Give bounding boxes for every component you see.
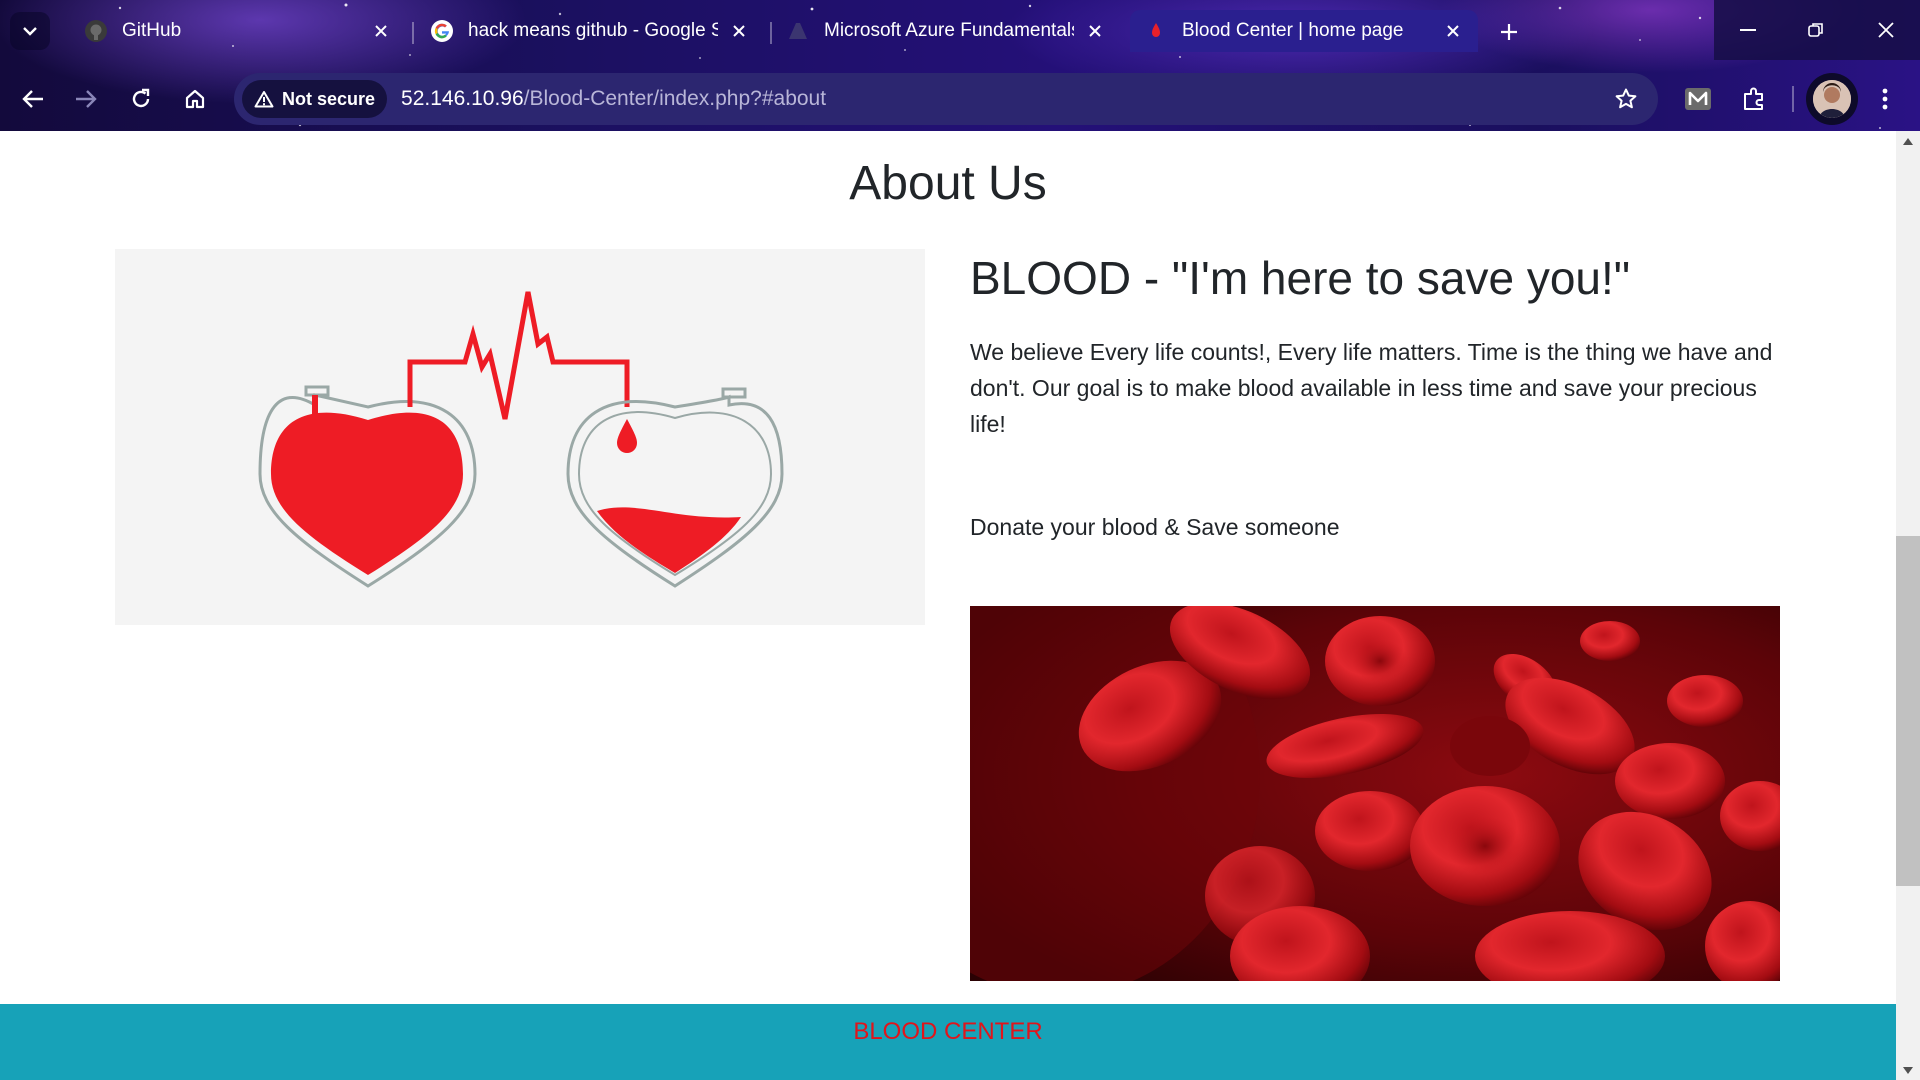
more-vertical-icon [1882,88,1888,110]
url-path: /Blood-Center/index.php?#about [523,87,827,110]
google-icon [430,19,454,43]
tab-github[interactable]: GitHub [70,10,406,52]
arrow-left-icon [22,90,43,108]
section-title: About Us [849,157,1047,210]
blood-drop-icon [1144,19,1168,43]
close-icon [1878,22,1894,38]
github-icon [84,19,108,43]
about-content: BLOOD - "I'm here to save you!" We belie… [970,251,1780,541]
arrow-right-icon [76,90,97,108]
home-button[interactable] [173,77,217,121]
tab-title: GitHub [122,20,182,41]
tab-google-search[interactable]: hack means github - Google S [416,10,764,52]
full-heart-bottle [258,385,477,588]
browser-chrome: GitHub hack means github - Google S Micr… [0,0,1920,131]
forward-button[interactable] [64,77,108,121]
chevron-down-icon [23,27,37,36]
blood-drop [617,419,637,453]
star-icon [1615,88,1637,109]
tab-blood-center[interactable]: Blood Center | home page [1130,10,1478,52]
scrollbar-thumb[interactable] [1896,536,1920,886]
heartbeat-tube [407,291,630,420]
close-tab-icon[interactable] [1442,20,1464,42]
tab-title: Blood Center | home page [1182,20,1404,41]
bookmark-button[interactable] [1612,85,1640,113]
extensions-button[interactable] [1734,79,1774,119]
scroll-up-button[interactable] [1896,131,1920,151]
url-text[interactable]: 52.146.10.96/Blood-Center/index.php?#abo… [401,87,826,111]
scroll-down-button[interactable] [1896,1060,1920,1080]
warning-icon [254,91,274,108]
security-label: Not secure [282,88,376,109]
footer-bar: BLOOD CENTER [0,1004,1896,1080]
red-blood-cells-image [970,606,1780,981]
restore-icon [1808,23,1823,37]
new-tab-button[interactable] [1491,14,1527,50]
tab-title: hack means github - Google S [468,20,718,41]
back-button[interactable] [11,77,55,121]
toolbar-divider [1792,86,1794,112]
puzzle-icon [1744,87,1763,110]
site-info-button[interactable]: Not secure [242,80,388,118]
close-tab-icon[interactable] [1084,20,1106,42]
partial-heart-bottle [566,387,784,588]
close-window-button[interactable] [1858,0,1914,60]
reload-icon [132,88,150,108]
tab-title: Microsoft Azure Fundamentals [824,20,1074,41]
tab-search-button[interactable] [10,12,50,50]
tab-separator [412,22,414,44]
plus-icon [1501,24,1517,40]
reload-button[interactable] [119,77,163,121]
tab-azure-fundamentals[interactable]: Microsoft Azure Fundamentals [772,10,1120,52]
footer-title: BLOOD CENTER [853,1018,1043,1045]
close-tab-icon[interactable] [728,20,750,42]
azure-icon [786,19,810,43]
home-icon [185,89,205,109]
triangle-up-icon [1903,137,1913,145]
triangle-down-icon [1903,1066,1913,1074]
blood-transfusion-illustration [115,249,925,625]
browser-menu-button[interactable] [1870,79,1900,119]
minimize-button[interactable] [1720,0,1776,60]
extension-m-button[interactable] [1678,79,1718,119]
tab-strip: GitHub hack means github - Google S Micr… [0,0,1920,62]
page-scrollbar[interactable] [1896,131,1920,1080]
about-paragraph: We believe Every life counts!, Every lif… [970,339,1773,438]
restore-button[interactable] [1788,0,1844,60]
address-bar[interactable]: Not secure 52.146.10.96/Blood-Center/ind… [234,73,1658,125]
about-slogan: BLOOD - "I'm here to save you!" [970,252,1631,304]
profile-button[interactable] [1806,73,1858,125]
m-extension-icon [1685,88,1711,110]
page-viewport: About Us BLOOD - "I'm here to save you!"… [0,131,1896,1080]
url-host: 52.146.10.96 [401,87,524,110]
avatar [1813,80,1851,118]
browser-toolbar: Not secure 52.146.10.96/Blood-Center/ind… [0,68,1920,130]
minimize-icon [1740,29,1756,31]
close-tab-icon[interactable] [370,20,392,42]
donate-message: Donate your blood & Save someone [970,514,1340,541]
